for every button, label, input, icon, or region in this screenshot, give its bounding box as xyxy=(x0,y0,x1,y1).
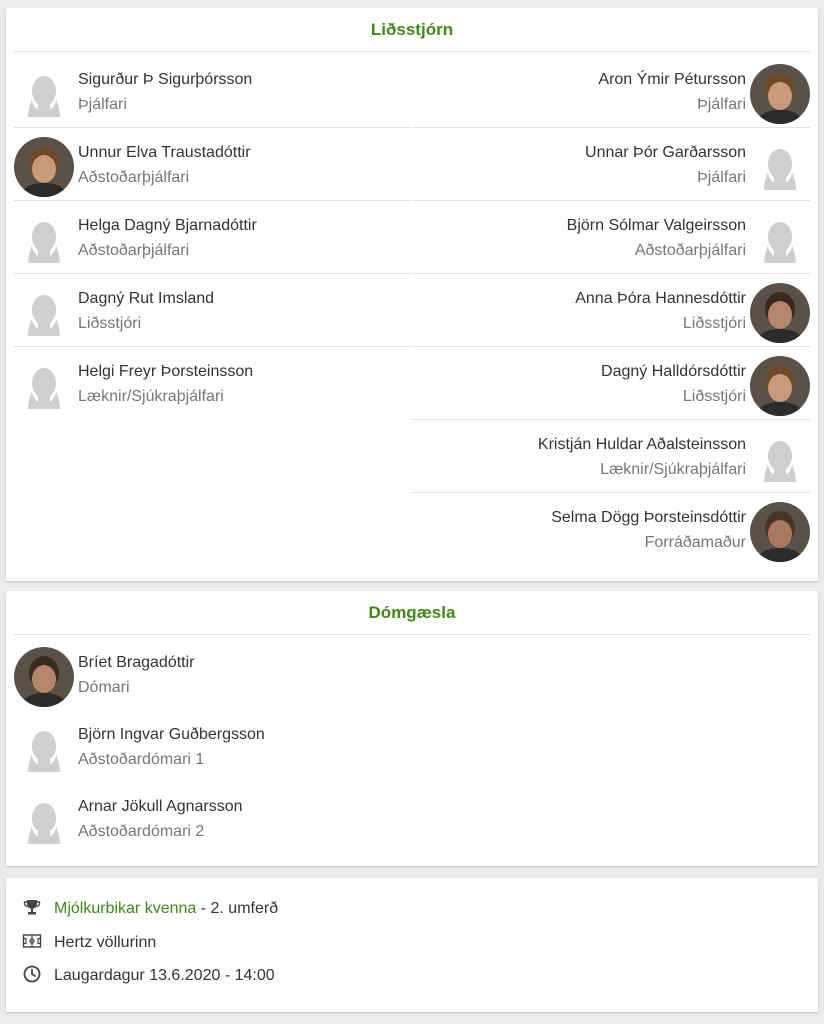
clock-icon xyxy=(22,964,42,984)
avatar-placeholder-icon xyxy=(750,210,810,270)
person-role: Aðstoðardómari 1 xyxy=(78,751,205,768)
venue-line: Hertz völlurinn xyxy=(22,931,156,955)
person-role: Aðstoðarþjálfari xyxy=(78,242,190,259)
person-name[interactable]: Unnur Elva Traustadóttir xyxy=(78,144,251,162)
person-row[interactable]: Unnur Elva Traustadóttir Aðstoðarþjálfari xyxy=(14,127,410,201)
match-info-card: Mjólkurbikar kvenna - 2. umferð Hertz vö… xyxy=(6,878,818,1012)
staff-title: Liðsstjórn xyxy=(14,8,810,52)
person-row[interactable]: Aron Ýmir Pétursson Þjálfari xyxy=(412,54,810,128)
person-name[interactable]: Dagný Rut Imsland xyxy=(78,290,214,308)
avatar-placeholder-icon xyxy=(14,791,74,851)
venue-label: Hertz völlurinn xyxy=(54,934,157,951)
avatar-photo xyxy=(750,64,810,124)
person-row[interactable]: Björn Sólmar Valgeirsson Aðstoðarþjálfari xyxy=(412,200,810,274)
person-row[interactable]: Arnar Jökull Agnarsson Aðstoðardómari 2 xyxy=(14,781,810,853)
person-row[interactable]: Helga Dagný Bjarnadóttir Aðstoðarþjálfari xyxy=(14,200,410,274)
person-role: Liðsstjóri xyxy=(682,388,746,405)
person-name[interactable]: Björn Sólmar Valgeirsson xyxy=(567,217,746,235)
person-role: Læknir/Sjúkraþjálfari xyxy=(600,461,746,478)
datetime-label: Laugardagur 13.6.2020 - 14:00 xyxy=(54,967,275,984)
person-role: Þjálfari xyxy=(78,96,127,113)
person-row[interactable]: Sigurður Þ Sigurþórsson Þjálfari xyxy=(14,54,410,128)
person-role: Þjálfari xyxy=(697,96,746,113)
avatar-photo xyxy=(14,647,74,707)
avatar-placeholder-icon xyxy=(750,137,810,197)
person-row[interactable]: Helgi Freyr Þorsteinsson Læknir/Sjúkraþjá… xyxy=(14,346,410,420)
avatar-photo xyxy=(750,502,810,562)
person-name[interactable]: Bríet Bragadóttir xyxy=(78,654,195,672)
avatar-photo xyxy=(750,283,810,343)
avatar-placeholder-icon xyxy=(14,64,74,124)
trophy-icon xyxy=(22,897,42,917)
person-name[interactable]: Helgi Freyr Þorsteinsson xyxy=(78,363,253,381)
referees-title: Dómgæsla xyxy=(14,591,810,635)
avatar-placeholder-icon xyxy=(14,356,74,416)
person-name[interactable]: Anna Þóra Hannesdóttir xyxy=(575,290,746,308)
person-role: Aðstoðarþjálfari xyxy=(78,169,190,186)
person-role: Læknir/Sjúkraþjálfari xyxy=(78,388,224,405)
person-row[interactable]: Dagný Halldórsdóttir Liðsstjóri xyxy=(412,346,810,420)
person-name[interactable]: Unnar Þór Garðarsson xyxy=(585,144,746,162)
datetime-line: Laugardagur 13.6.2020 - 14:00 xyxy=(22,964,275,988)
avatar-photo xyxy=(14,137,74,197)
avatar-placeholder-icon xyxy=(14,283,74,343)
person-name[interactable]: Sigurður Þ Sigurþórsson xyxy=(78,71,252,89)
person-row[interactable]: Unnar Þór Garðarsson Þjálfari xyxy=(412,127,810,201)
person-name[interactable]: Helga Dagný Bjarnadóttir xyxy=(78,217,257,235)
person-row[interactable]: Kristján Huldar Aðalsteinsson Læknir/Sjúk… xyxy=(412,419,810,493)
round-label: - 2. umferð xyxy=(196,900,279,917)
person-row[interactable]: Dagný Rut Imsland Liðsstjóri xyxy=(14,273,410,347)
competition-line: Mjólkurbikar kvenna - 2. umferð xyxy=(22,897,278,921)
person-role: Þjálfari xyxy=(697,169,746,186)
person-name[interactable]: Aron Ýmir Pétursson xyxy=(598,71,746,89)
person-name[interactable]: Björn Ingvar Guðbergsson xyxy=(78,726,265,744)
person-name[interactable]: Kristján Huldar Aðalsteinsson xyxy=(538,436,746,454)
person-row[interactable]: Björn Ingvar Guðbergsson Aðstoðardómari 1 xyxy=(14,709,810,781)
person-role: Aðstoðardómari 2 xyxy=(78,823,205,840)
avatar-placeholder-icon xyxy=(14,210,74,270)
person-row[interactable]: Selma Dögg Þorsteinsdóttir Forráðamaður xyxy=(412,492,810,566)
person-row[interactable]: Bríet Bragadóttir Dómari xyxy=(14,637,810,709)
person-name[interactable]: Dagný Halldórsdóttir xyxy=(601,363,746,381)
person-row[interactable]: Anna Þóra Hannesdóttir Liðsstjóri xyxy=(412,273,810,347)
person-role: Forráðamaður xyxy=(644,534,746,551)
avatar-placeholder-icon xyxy=(14,719,74,779)
person-role: Liðsstjóri xyxy=(682,315,746,332)
person-name[interactable]: Arnar Jökull Agnarsson xyxy=(78,798,243,816)
person-name[interactable]: Selma Dögg Þorsteinsdóttir xyxy=(551,509,746,527)
avatar-placeholder-icon xyxy=(750,429,810,489)
person-role: Liðsstjóri xyxy=(78,315,142,332)
pitch-icon xyxy=(22,931,42,951)
person-role: Dómari xyxy=(78,679,130,696)
avatar-photo xyxy=(750,356,810,416)
staff-card: Liðsstjórn Sigurður Þ Sigurþórsson Þjálfa… xyxy=(6,8,818,581)
referees-card: Dómgæsla Bríet Bragadóttir Dómari Björn In… xyxy=(6,591,818,866)
person-role: Aðstoðarþjálfari xyxy=(634,242,746,259)
competition-link[interactable]: Mjólkurbikar kvenna xyxy=(54,900,196,917)
